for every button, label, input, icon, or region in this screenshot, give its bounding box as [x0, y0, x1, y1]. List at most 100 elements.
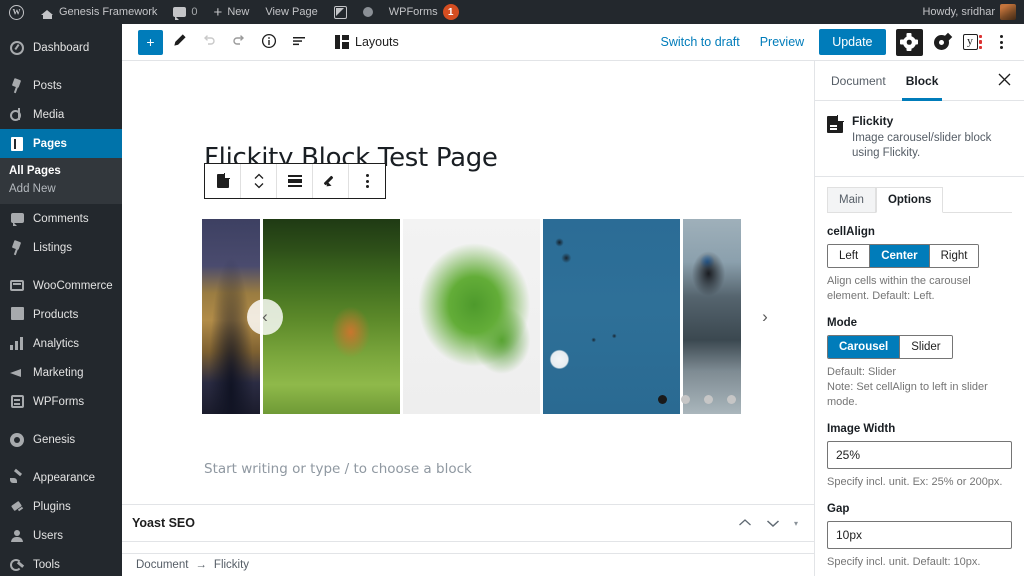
wp-logo-menu[interactable]: [0, 0, 33, 24]
avatar: [1000, 4, 1016, 20]
carousel-next-button[interactable]: ›: [747, 298, 783, 335]
sidebar-item-analytics[interactable]: Analytics: [0, 329, 122, 358]
sidebar-item-pages[interactable]: Pages: [0, 129, 122, 158]
woocommerce-icon: [9, 278, 25, 294]
plus-icon: +: [146, 34, 155, 50]
chevron-up-icon[interactable]: [738, 516, 752, 531]
media-icon: [9, 107, 25, 123]
tab-main[interactable]: Main: [827, 187, 876, 213]
align-button[interactable]: [277, 164, 313, 198]
wpforms-label: WPForms: [388, 6, 438, 18]
image-width-input[interactable]: [827, 441, 1012, 469]
wpforms-menu[interactable]: WPForms 1: [381, 0, 467, 24]
tab-block[interactable]: Block: [896, 61, 949, 101]
tab-options[interactable]: Options: [875, 187, 944, 213]
gap-input[interactable]: [827, 521, 1012, 549]
block-info-text: Flickity Image carousel/slider block usi…: [852, 114, 1012, 161]
block-settings-tabs: Main Options: [815, 177, 1024, 213]
yoast-seo-icon: [962, 34, 978, 50]
switch-to-draft-button[interactable]: Switch to draft: [652, 35, 749, 49]
megaphone-icon: [9, 365, 25, 381]
more-menu-button[interactable]: [988, 29, 1014, 55]
genesis-menu[interactable]: [355, 0, 381, 24]
gear-icon: [902, 35, 916, 49]
list-view-button[interactable]: [285, 28, 313, 56]
update-button[interactable]: Update: [819, 29, 886, 55]
account-menu[interactable]: Howdy, sridhar: [914, 0, 1024, 24]
editor-content-area[interactable]: Flickity Block Test Page ‹ › Start writi…: [122, 61, 814, 576]
submenu-item-all-pages[interactable]: All Pages: [0, 162, 122, 180]
plus-icon: +: [213, 3, 223, 21]
settings-gear-button[interactable]: [895, 28, 923, 56]
carousel-dot-1[interactable]: [658, 395, 667, 404]
cell-align-option-right[interactable]: Right: [929, 245, 979, 267]
sidebar-item-listings[interactable]: Listings: [0, 233, 122, 262]
new-content-menu[interactable]: + New: [206, 0, 258, 24]
genesis-sidebar-button[interactable]: [929, 29, 955, 55]
sidebar-item-products[interactable]: Products: [0, 300, 122, 329]
sidebar-item-tools[interactable]: Tools: [0, 550, 122, 576]
block-options-button[interactable]: [349, 164, 385, 198]
undo-button[interactable]: [195, 28, 223, 56]
sidebar-item-woocommerce[interactable]: WooCommerce: [0, 271, 122, 300]
submenu-item-add-new[interactable]: Add New: [0, 180, 122, 198]
sidebar-item-dashboard[interactable]: Dashboard: [0, 33, 122, 62]
breadcrumb-current[interactable]: Flickity: [214, 559, 249, 571]
yoast-sidebar-button[interactable]: [962, 34, 982, 50]
sidebar-item-label: Users: [33, 529, 64, 542]
preview-button[interactable]: Preview: [751, 35, 813, 49]
view-page-label: View Page: [265, 6, 318, 18]
close-sidebar-button[interactable]: [990, 67, 1018, 95]
sidebar-item-wpforms[interactable]: WPForms: [0, 387, 122, 416]
edit-button[interactable]: [313, 164, 349, 198]
carousel-dot-2[interactable]: [681, 395, 690, 404]
site-name-menu[interactable]: Genesis Framework: [33, 0, 165, 24]
block-type-button[interactable]: [205, 164, 241, 198]
tools-pen-button[interactable]: [165, 28, 193, 56]
cell-align-option-left[interactable]: Left: [828, 245, 871, 267]
undo-arrow-icon: [201, 33, 217, 52]
breadcrumb: Document → Flickity: [122, 553, 814, 576]
carousel-page-dots: [658, 395, 736, 404]
carousel-prev-button[interactable]: ‹: [247, 298, 283, 335]
sidebar-item-marketing[interactable]: Marketing: [0, 358, 122, 387]
block-toolbar: [204, 163, 386, 199]
flickity-carousel[interactable]: ‹ ›: [202, 219, 784, 414]
carousel-dot-4[interactable]: [727, 395, 736, 404]
wordpress-logo-icon: [9, 4, 24, 20]
sidebar-item-appearance[interactable]: Appearance: [0, 463, 122, 492]
move-block-button[interactable]: [241, 164, 277, 198]
paragraph-placeholder[interactable]: Start writing or type / to choose a bloc…: [204, 461, 472, 477]
carousel-cell-3[interactable]: [403, 219, 540, 414]
sidebar-item-media[interactable]: Media: [0, 100, 122, 129]
sidebar-item-label: Analytics: [33, 337, 80, 350]
breadcrumb-root[interactable]: Document: [136, 559, 188, 571]
sidebar-item-genesis[interactable]: Genesis: [0, 425, 122, 454]
sidebar-item-plugins[interactable]: Plugins: [0, 492, 122, 521]
cell-align-option-center[interactable]: Center: [870, 245, 930, 267]
carousel-cell-2[interactable]: [263, 219, 400, 414]
sidebar-item-posts[interactable]: Posts: [0, 71, 122, 100]
carousel-cell-4[interactable]: [543, 219, 680, 414]
bar-chart-icon: [9, 336, 25, 352]
meta-panel-yoast-seo[interactable]: Yoast SEO ▾: [122, 504, 814, 541]
yoast-seo-menu[interactable]: [326, 0, 355, 24]
layouts-button[interactable]: Layouts: [327, 35, 407, 49]
sidebar-item-comments[interactable]: Comments: [0, 204, 122, 233]
sidebar-item-label: WooCommerce: [33, 279, 113, 292]
carousel-dot-3[interactable]: [704, 395, 713, 404]
mode-option-slider[interactable]: Slider: [900, 336, 952, 358]
block-inserter-button[interactable]: +: [138, 29, 163, 55]
redo-button[interactable]: [225, 28, 253, 56]
chevron-down-icon[interactable]: [766, 516, 780, 531]
comments-menu[interactable]: 0: [165, 0, 205, 24]
tab-document[interactable]: Document: [821, 61, 896, 101]
control-cell-align: cellAlign Left Center Right Align cells …: [815, 213, 1024, 304]
view-page-link[interactable]: View Page: [257, 0, 325, 24]
sidebar-item-users[interactable]: Users: [0, 521, 122, 550]
mode-option-carousel[interactable]: Carousel: [828, 336, 901, 358]
editor-header-left-tools: + Layouts: [122, 28, 407, 56]
carousel-cell-5[interactable]: [683, 219, 741, 414]
caret-toggle-icon[interactable]: ▾: [794, 519, 798, 528]
content-info-button[interactable]: [255, 28, 283, 56]
